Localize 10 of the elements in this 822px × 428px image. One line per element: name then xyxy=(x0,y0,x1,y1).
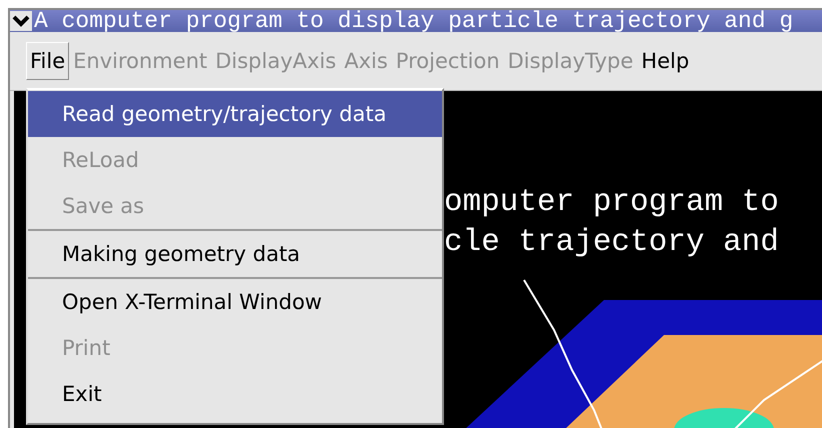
window-menu-icon[interactable] xyxy=(10,11,32,31)
menu-item[interactable]: Help xyxy=(637,42,694,80)
menu-item[interactable]: Exit xyxy=(28,371,442,417)
menu-item[interactable]: Read geometry/trajectory data xyxy=(28,91,442,137)
menu-item[interactable]: File xyxy=(26,42,70,80)
menu-item[interactable]: Making geometry data xyxy=(28,231,442,279)
menu-item[interactable]: Open X-Terminal Window xyxy=(28,279,442,325)
canvas-text: cle trajectory and xyxy=(444,224,780,262)
window-title: A computer program to display particle trajectory and g xyxy=(34,8,794,34)
canvas-text: omputer program to xyxy=(444,184,780,222)
